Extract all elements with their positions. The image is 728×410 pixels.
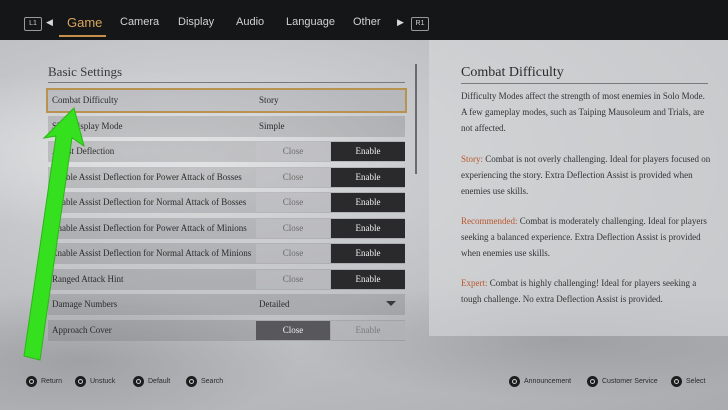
- setting-row-deflection-power-bosses[interactable]: Enable Assist Deflection for Power Attac…: [48, 166, 405, 188]
- description-title: Combat Difficulty: [461, 65, 564, 80]
- description-expert: Expert: Combat is highly challenging! Id…: [461, 275, 711, 307]
- description-recommended: Recommended: Combat is moderately challe…: [461, 213, 711, 261]
- setting-label: Enable Assist Deflection for Power Attac…: [52, 222, 247, 233]
- hint-label: Return: [41, 378, 63, 385]
- close-option-button[interactable]: Close: [256, 244, 330, 263]
- hint-label: Unstuck: [90, 378, 116, 385]
- prev-tab-arrow-icon[interactable]: ◀: [46, 18, 53, 28]
- r1-button-badge[interactable]: R1: [411, 17, 429, 31]
- section-title: Basic Settings: [48, 64, 123, 79]
- close-option-button[interactable]: Close: [256, 218, 330, 238]
- setting-label: Approach Cover: [52, 324, 112, 335]
- setting-label: Skill Display Mode: [52, 120, 123, 131]
- description-story: Story: Combat is not overly challenging.…: [461, 151, 711, 199]
- setting-label: Combat Difficulty: [52, 95, 119, 105]
- enable-option-button[interactable]: Enable: [331, 269, 405, 289]
- next-tab-arrow-icon[interactable]: ▶: [397, 18, 404, 28]
- enable-option-button[interactable]: Enable: [331, 193, 405, 212]
- hint-label: Default: [148, 378, 171, 385]
- setting-row-ranged-attack-hint[interactable]: Ranged Attack Hint Close Enable: [48, 268, 405, 290]
- expert-key: Expert:: [461, 278, 488, 288]
- hint-select[interactable]: Select: [671, 376, 705, 387]
- setting-row-approach-cover[interactable]: Approach Cover Close Enable: [48, 319, 405, 341]
- close-option-button[interactable]: Close: [256, 320, 330, 340]
- l1-button-badge[interactable]: L1: [24, 17, 42, 31]
- story-key: Story:: [461, 154, 484, 164]
- tab-camera[interactable]: Camera: [120, 16, 159, 28]
- enable-option-button[interactable]: Enable: [331, 167, 405, 187]
- setting-label: Assist Deflection: [52, 146, 115, 156]
- setting-row-damage-numbers[interactable]: Damage Numbers Detailed: [48, 294, 405, 315]
- setting-row-deflection-normal-minions[interactable]: Enable Assist Deflection for Normal Atta…: [48, 243, 405, 264]
- setting-label: Damage Numbers: [52, 299, 118, 309]
- triangle-button-icon: [587, 376, 598, 387]
- description-intro: Difficulty Modes affect the strength of …: [461, 91, 705, 133]
- setting-label: Enable Assist Deflection for Normal Atta…: [52, 197, 247, 207]
- close-option-button[interactable]: Close: [256, 193, 330, 212]
- setting-value[interactable]: Story: [259, 95, 279, 105]
- enable-option-button[interactable]: Enable: [331, 142, 405, 161]
- setting-label: Ranged Attack Hint: [52, 273, 124, 284]
- triangle-button-icon: [509, 376, 520, 387]
- active-tab-underline: [59, 35, 106, 37]
- tab-language[interactable]: Language: [286, 16, 335, 28]
- circle-button-icon: [26, 376, 37, 387]
- top-tab-bar: L1 ◀ Game Camera Display Audio Language …: [0, 0, 728, 40]
- recommended-key: Recommended:: [461, 216, 518, 226]
- hint-default[interactable]: Default: [133, 376, 170, 387]
- hint-customer-service[interactable]: Customer Service: [587, 376, 658, 387]
- options-button-icon: [186, 376, 197, 387]
- tab-game[interactable]: Game: [67, 15, 102, 30]
- setting-row-combat-difficulty[interactable]: Combat Difficulty Story: [46, 88, 407, 113]
- hint-unstuck[interactable]: Unstuck: [75, 376, 115, 387]
- story-text: Combat is not overly challenging. Ideal …: [461, 154, 711, 196]
- hint-label: Customer Service: [602, 378, 658, 385]
- square-button-icon: [133, 376, 144, 387]
- setting-label: Enable Assist Deflection for Normal Atta…: [52, 248, 252, 258]
- tab-display[interactable]: Display: [178, 16, 214, 28]
- close-option-button[interactable]: Close: [256, 167, 330, 187]
- hint-label: Select: [686, 378, 706, 385]
- expert-text: Combat is highly challenging! Ideal for …: [461, 278, 697, 304]
- enable-option-button[interactable]: Enable: [331, 218, 405, 238]
- tab-other[interactable]: Other: [353, 16, 381, 28]
- settings-scrollbar[interactable]: [415, 64, 417, 174]
- hint-label: Search: [201, 378, 224, 385]
- hint-label: Announcement: [524, 378, 572, 385]
- enable-option-button[interactable]: Enable: [331, 244, 405, 263]
- hint-search[interactable]: Search: [186, 376, 223, 387]
- section-divider: [48, 82, 405, 83]
- setting-row-deflection-power-minions[interactable]: Enable Assist Deflection for Power Attac…: [48, 217, 405, 239]
- setting-dropdown-value[interactable]: Detailed: [259, 299, 290, 309]
- setting-row-deflection-normal-bosses[interactable]: Enable Assist Deflection for Normal Atta…: [48, 192, 405, 213]
- circle-button-icon: [75, 376, 86, 387]
- settings-list: Combat Difficulty Story Skill Display Mo…: [46, 88, 407, 345]
- hint-return[interactable]: Return: [26, 376, 62, 387]
- setting-value[interactable]: Simple: [259, 121, 285, 131]
- description-divider: [461, 83, 708, 84]
- tab-audio[interactable]: Audio: [236, 16, 264, 28]
- hint-announcement[interactable]: Announcement: [509, 376, 571, 387]
- close-option-button[interactable]: Close: [256, 142, 330, 161]
- chevron-down-icon[interactable]: [386, 301, 396, 306]
- setting-label: Enable Assist Deflection for Power Attac…: [52, 171, 242, 182]
- setting-row-skill-display-mode[interactable]: Skill Display Mode Simple: [48, 115, 405, 137]
- setting-row-assist-deflection[interactable]: Assist Deflection Close Enable: [48, 141, 405, 162]
- close-option-button[interactable]: Close: [256, 269, 330, 289]
- cross-button-icon: [671, 376, 682, 387]
- enable-option-button[interactable]: Enable: [331, 320, 405, 340]
